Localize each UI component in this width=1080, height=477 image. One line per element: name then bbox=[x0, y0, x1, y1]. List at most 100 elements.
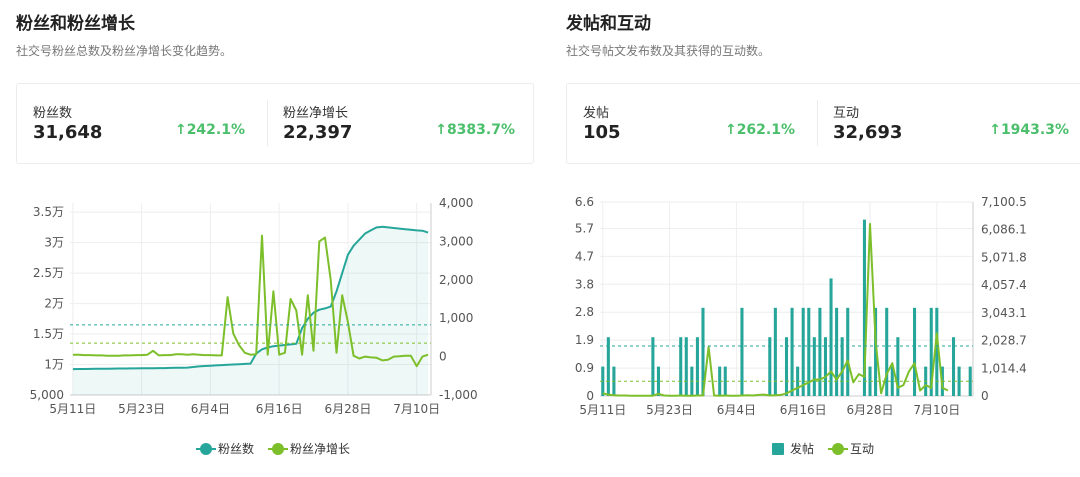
y-left-tick-label: 2万 bbox=[44, 297, 64, 311]
legend-label: 粉丝数 bbox=[218, 442, 255, 456]
legend-marker bbox=[268, 442, 289, 455]
bar bbox=[885, 307, 889, 396]
y-left-tick-label: 1万 bbox=[44, 358, 64, 372]
y-right-tick-label: 2,028.7 bbox=[981, 334, 1027, 348]
y-right-tick-label: 6,086.1 bbox=[981, 223, 1027, 237]
y-right-tick-label: 5,071.8 bbox=[981, 250, 1027, 264]
stat-change: ↑8383.7% bbox=[435, 122, 515, 138]
posts-chart: 0 0.9 1.9 2.8 3.8 4.7 5.7 6.6 0 1,014.4 2,028.7 3,0… bbox=[575, 195, 1027, 417]
bar bbox=[829, 278, 833, 396]
series-area bbox=[72, 226, 429, 395]
y-left-tick-label: 1.9 bbox=[575, 333, 594, 347]
y-left-tick-label: 2.8 bbox=[575, 305, 594, 319]
stat-change: ↑1943.3% bbox=[989, 122, 1069, 138]
y-left-tick-label: 3万 bbox=[44, 236, 64, 250]
x-tick-label: 6月28日 bbox=[324, 402, 371, 416]
stat-value: 31,648 bbox=[33, 122, 103, 143]
arrow-up-icon: ↑ bbox=[174, 122, 187, 138]
x-tick-label: 5月11日 bbox=[579, 403, 626, 417]
followers-chart: 5,000 1万 1.5万 2万 2.5万 3万 3.5万 -1,000 0 1,000 2,000… bbox=[30, 196, 478, 416]
bar bbox=[773, 307, 777, 396]
x-tick-label: 7月10日 bbox=[913, 403, 960, 417]
x-tick-label: 6月4日 bbox=[717, 403, 756, 417]
y-right-tick-label: 0 bbox=[439, 350, 447, 364]
bar bbox=[835, 307, 839, 396]
stat-net-growth: 粉丝净增长 22,397 ↑8383.7% bbox=[267, 84, 533, 163]
y-right-tick-label: 3,000 bbox=[439, 234, 473, 248]
legend-marker bbox=[772, 442, 784, 455]
arrow-up-icon: ↑ bbox=[989, 122, 1001, 138]
legend-label: 粉丝净增长 bbox=[290, 442, 351, 456]
y-left-tick-label: 5,000 bbox=[30, 388, 64, 402]
stat-value: 32,693 bbox=[833, 122, 903, 143]
y-right-tick-label: 7,100.5 bbox=[981, 195, 1027, 209]
y-right-tick-label: 2,000 bbox=[439, 273, 473, 287]
stat-label: 互动 bbox=[833, 106, 860, 121]
chart-legend: 粉丝数 粉丝净增长 bbox=[196, 440, 351, 457]
legend-marker bbox=[828, 442, 849, 455]
y-left-tick-label: 4.7 bbox=[575, 249, 594, 263]
stat-posts: 发帖 105 ↑262.1% bbox=[567, 84, 817, 163]
stat-interactions: 互动 32,693 ↑1943.3% bbox=[817, 84, 1080, 163]
y-left-tick-label: 3.5万 bbox=[33, 205, 64, 219]
x-tick-label: 5月23日 bbox=[646, 403, 693, 417]
panel-title: 发帖和互动 bbox=[566, 14, 651, 34]
y-left-tick-label: 5.7 bbox=[575, 221, 594, 235]
x-tick-label: 6月16日 bbox=[256, 402, 303, 416]
bar bbox=[913, 307, 917, 396]
y-right-tick-label: -1,000 bbox=[439, 388, 478, 402]
legend-label: 互动 bbox=[850, 442, 875, 456]
legend-item-posts[interactable]: 发帖 bbox=[772, 440, 814, 457]
y-right-tick-label: 3,043.1 bbox=[981, 306, 1027, 320]
y-left-tick-label: 6.6 bbox=[575, 195, 594, 209]
chart-legend: 发帖 互动 bbox=[772, 440, 874, 457]
bar bbox=[651, 337, 655, 396]
bar bbox=[656, 366, 660, 396]
y-right-tick-label: 4,057.4 bbox=[981, 278, 1027, 292]
x-tick-label: 7月10日 bbox=[393, 402, 440, 416]
arrow-up-icon: ↑ bbox=[724, 122, 737, 138]
y-right-tick-label: 1,000 bbox=[439, 311, 473, 325]
y-right-tick-label: 4,000 bbox=[439, 196, 473, 210]
x-tick-label: 6月4日 bbox=[191, 402, 230, 416]
bar bbox=[846, 307, 850, 396]
bar bbox=[812, 337, 816, 396]
stat-change: ↑262.1% bbox=[724, 122, 795, 138]
y-left-tick-label: 3.8 bbox=[575, 277, 594, 291]
bar bbox=[790, 307, 794, 396]
panel-subtitle: 社交号粉丝总数及粉丝净增长变化趋势。 bbox=[16, 44, 233, 58]
stat-label: 粉丝数 bbox=[33, 106, 73, 121]
y-left-tick-label: 1.5万 bbox=[33, 327, 64, 341]
stat-change: ↑242.1% bbox=[174, 122, 245, 138]
y-right-tick-label: 1,014.4 bbox=[981, 361, 1027, 375]
panel-subtitle: 社交号帖文发布数及其获得的互动数。 bbox=[566, 44, 771, 58]
posts-panel: 发帖和互动 社交号帖文发布数及其获得的互动数。 发帖 105 ↑262.1% 互… bbox=[550, 0, 1080, 477]
panel-title: 粉丝和粉丝增长 bbox=[16, 14, 135, 34]
stat-followers: 粉丝数 31,648 ↑242.1% bbox=[17, 84, 267, 163]
stats-card: 粉丝数 31,648 ↑242.1% 粉丝净增长 22,397 ↑8383.7% bbox=[16, 83, 534, 164]
legend-label: 发帖 bbox=[790, 442, 815, 456]
x-tick-label: 5月23日 bbox=[118, 402, 165, 416]
legend-marker bbox=[196, 442, 216, 455]
followers-panel: 粉丝和粉丝增长 社交号粉丝总数及粉丝净增长变化趋势。 粉丝数 31,648 ↑2… bbox=[0, 0, 540, 477]
stat-value: 105 bbox=[583, 122, 621, 143]
bar bbox=[818, 307, 822, 396]
legend-item-net-growth[interactable]: 粉丝净增长 bbox=[268, 440, 351, 457]
stat-value: 22,397 bbox=[283, 122, 353, 143]
x-tick-label: 6月28日 bbox=[847, 403, 894, 417]
arrow-up-icon: ↑ bbox=[435, 122, 447, 138]
y-left-tick-label: 0 bbox=[586, 389, 594, 403]
legend-item-followers[interactable]: 粉丝数 bbox=[196, 440, 255, 457]
y-left-tick-label: 2.5万 bbox=[33, 266, 64, 280]
stat-label: 粉丝净增长 bbox=[283, 106, 349, 121]
stat-label: 发帖 bbox=[583, 106, 610, 121]
x-tick-label: 6月16日 bbox=[780, 403, 827, 417]
y-right-tick-label: 0 bbox=[981, 389, 989, 403]
x-tick-label: 5月11日 bbox=[49, 402, 96, 416]
y-left-tick-label: 0.9 bbox=[575, 361, 594, 375]
bar bbox=[801, 307, 805, 396]
bar bbox=[968, 366, 972, 396]
stats-card: 发帖 105 ↑262.1% 互动 32,693 ↑1943.3% bbox=[566, 83, 1080, 164]
legend-item-interactions[interactable]: 互动 bbox=[828, 440, 875, 457]
bar bbox=[740, 307, 744, 396]
